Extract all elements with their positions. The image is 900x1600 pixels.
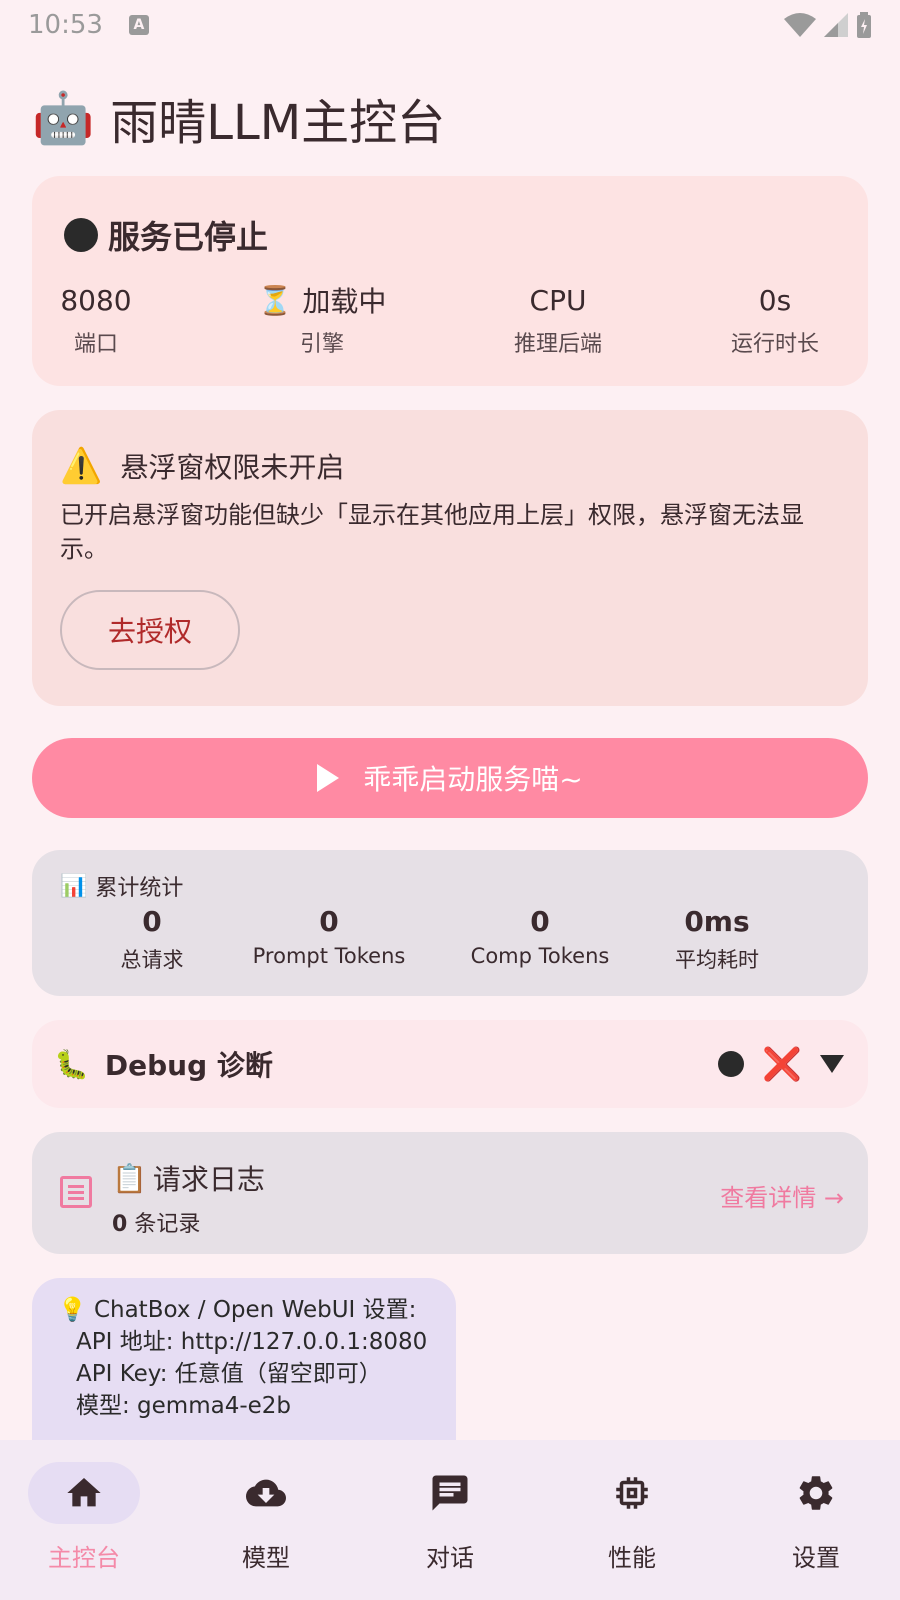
bottom-nav: 主控台 模型 对话 性能 设置 bbox=[0, 1440, 900, 1600]
start-service-label: 乖乖启动服务喵~ bbox=[363, 763, 583, 796]
nav-item-models[interactable]: 模型 bbox=[196, 1462, 336, 1573]
stat-prompt-tokens-label: Prompt Tokens bbox=[252, 944, 406, 968]
nav-active-indicator bbox=[28, 1462, 140, 1524]
nav-item-chat[interactable]: 对话 bbox=[380, 1462, 520, 1573]
list-icon bbox=[60, 1176, 92, 1208]
stat-uptime-label: 运行时长 bbox=[730, 332, 819, 357]
debug-indicators: ❌ bbox=[718, 1020, 844, 1108]
cloud-download-icon bbox=[246, 1479, 286, 1507]
stat-engine: ⏳ 加载中 引擎 bbox=[232, 280, 412, 358]
service-status-card: 服务已停止 8080 端口 ⏳ 加载中 引擎 CPU 推理后端 0s 运行时长 bbox=[32, 176, 868, 386]
nav-label-performance: 性能 bbox=[608, 1544, 656, 1572]
start-service-button[interactable]: 乖乖启动服务喵~ bbox=[32, 738, 868, 818]
cumulative-stats-header: 📊 累计统计 bbox=[60, 870, 183, 902]
nav-label-chat: 对话 bbox=[426, 1544, 474, 1572]
stat-engine-value: ⏳ 加载中 bbox=[232, 280, 412, 320]
stat-uptime-value: 0s bbox=[758, 283, 792, 317]
request-log-title: 📋 请求日志 bbox=[112, 1158, 265, 1198]
chevron-down-icon[interactable] bbox=[820, 1055, 844, 1073]
request-log-card[interactable]: 📋 请求日志 0 条记录 查看详情 → bbox=[32, 1132, 868, 1254]
wifi-icon bbox=[784, 13, 816, 37]
warning-icon: ⚠️ bbox=[60, 446, 103, 486]
service-status-text: 服务已停止 bbox=[108, 218, 269, 256]
tip-line-1-text: ChatBox / Open WebUI 设置: bbox=[93, 1297, 417, 1323]
nav-item-settings[interactable]: 设置 bbox=[746, 1462, 886, 1573]
tip-line-2: API 地址: http://127.0.0.1:8080 bbox=[76, 1329, 428, 1355]
service-stats: 8080 端口 ⏳ 加载中 引擎 CPU 推理后端 0s 运行时长 bbox=[32, 280, 868, 360]
signal-icon bbox=[824, 13, 848, 37]
stat-comp-tokens: 0 Comp Tokens bbox=[450, 902, 630, 968]
stat-backend: CPU 推理后端 bbox=[498, 280, 618, 358]
stat-backend-label: 推理后端 bbox=[513, 332, 602, 357]
hourglass-icon: ⏳ bbox=[257, 283, 293, 317]
authorize-button[interactable]: 去授权 bbox=[60, 590, 240, 670]
battery-icon bbox=[857, 12, 871, 38]
stat-comp-tokens-value: 0 bbox=[530, 905, 550, 938]
request-log-count-value: 0 bbox=[112, 1212, 128, 1237]
stat-port: 8080 端口 bbox=[52, 280, 140, 358]
bar-chart-icon: 📊 bbox=[60, 873, 88, 899]
warning-title-text: 悬浮窗权限未开启 bbox=[120, 451, 345, 484]
stat-prompt-tokens-value: 0 bbox=[319, 905, 339, 938]
bug-icon: 🐛 bbox=[54, 1047, 89, 1081]
warning-body: 已开启悬浮窗功能但缺少「显示在其他应用上层」权限，悬浮窗无法显示。 bbox=[60, 501, 804, 563]
debug-title: Debug 诊断 bbox=[104, 1049, 273, 1082]
tip-line-3: API Key: 任意值（留空即可） bbox=[76, 1361, 382, 1387]
status-bar: 10:53 A bbox=[0, 0, 900, 50]
tip-line-4: 模型: gemma4-e2b bbox=[76, 1393, 292, 1419]
debug-header: 🐛 Debug 诊断 bbox=[54, 1020, 273, 1108]
cumulative-stats-title: 累计统计 bbox=[95, 876, 184, 901]
gear-icon bbox=[799, 1476, 833, 1510]
stat-port-label: 端口 bbox=[73, 332, 118, 357]
stat-port-value: 8080 bbox=[60, 283, 132, 317]
lightbulb-icon: 💡 bbox=[58, 1297, 87, 1323]
clipboard-icon: 📋 bbox=[112, 1161, 147, 1195]
stat-comp-tokens-label: Comp Tokens bbox=[470, 944, 610, 968]
nav-item-performance[interactable]: 性能 bbox=[562, 1462, 702, 1573]
cumulative-stats-card: 📊 累计统计 0 总请求 0 Prompt Tokens 0 Comp Toke… bbox=[32, 850, 868, 996]
request-log-count-suffix: 条记录 bbox=[134, 1212, 201, 1237]
nav-label-settings: 设置 bbox=[792, 1544, 840, 1572]
play-icon bbox=[317, 764, 340, 792]
debug-diagnostics-card[interactable]: 🐛 Debug 诊断 ❌ bbox=[32, 1020, 868, 1108]
stat-total-requests-label: 总请求 bbox=[120, 948, 184, 972]
stat-avg-latency: 0ms 平均耗时 bbox=[652, 902, 782, 974]
page-title-text: 雨晴LLM主控台 bbox=[110, 95, 446, 151]
chat-icon bbox=[432, 1475, 468, 1511]
page-title: 🤖 雨晴LLM主控台 bbox=[32, 86, 446, 152]
stat-avg-latency-value: 0ms bbox=[684, 905, 750, 938]
stat-total-requests-value: 0 bbox=[142, 905, 162, 938]
request-log-title-text: 请求日志 bbox=[152, 1163, 265, 1196]
stat-engine-label: 引擎 bbox=[299, 332, 344, 357]
home-icon bbox=[67, 1478, 101, 1507]
overlay-permission-warning-card: ⚠️ 悬浮窗权限未开启 已开启悬浮窗功能但缺少「显示在其他应用上层」权限，悬浮窗… bbox=[32, 410, 868, 706]
warning-title: ⚠️ 悬浮窗权限未开启 bbox=[60, 446, 344, 486]
robot-icon: 🤖 bbox=[32, 88, 95, 147]
stat-backend-value: CPU bbox=[529, 283, 587, 317]
debug-status-dot-icon bbox=[718, 1051, 745, 1077]
chatbox-setup-tip-card: 💡 ChatBox / Open WebUI 设置: API 地址: http:… bbox=[32, 1278, 456, 1458]
tip-line-1: 💡 ChatBox / Open WebUI 设置: bbox=[58, 1294, 456, 1326]
notification-icon: A bbox=[128, 15, 149, 35]
stat-prompt-tokens: 0 Prompt Tokens bbox=[232, 902, 426, 968]
status-time: 10:53 bbox=[28, 10, 103, 40]
error-x-icon: ❌ bbox=[762, 1045, 802, 1083]
status-dot-icon bbox=[64, 218, 98, 252]
stat-engine-value-text: 加载中 bbox=[302, 285, 387, 318]
stat-avg-latency-label: 平均耗时 bbox=[675, 948, 759, 972]
nav-label-dashboard: 主控台 bbox=[48, 1544, 120, 1572]
chip-icon bbox=[616, 1477, 648, 1509]
request-log-count: 0 条记录 bbox=[112, 1206, 200, 1238]
nav-item-dashboard[interactable]: 主控台 bbox=[14, 1462, 154, 1573]
nav-label-models: 模型 bbox=[242, 1544, 290, 1572]
service-status: 服务已停止 bbox=[64, 212, 268, 258]
stat-uptime: 0s 运行时长 bbox=[720, 280, 830, 358]
view-details-link[interactable]: 查看详情 → bbox=[720, 1178, 844, 1213]
stat-total-requests: 0 总请求 bbox=[102, 902, 202, 974]
